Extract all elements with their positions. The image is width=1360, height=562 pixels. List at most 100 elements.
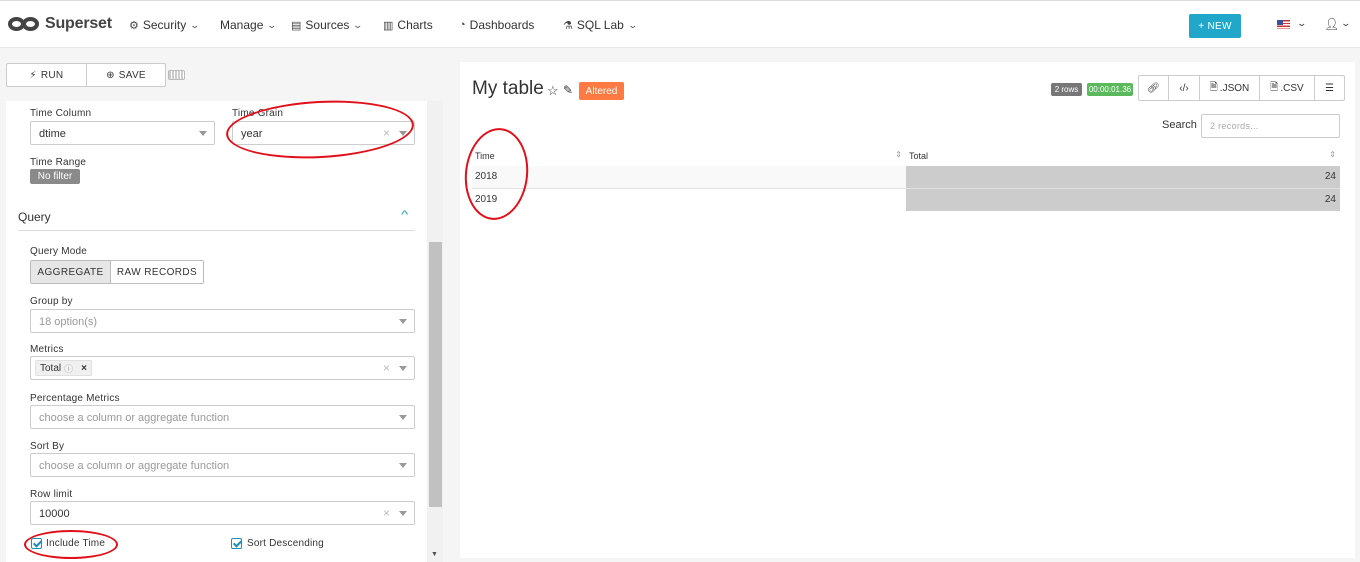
time-grain-value: year — [241, 128, 263, 140]
caret-down-icon — [399, 131, 407, 136]
section-divider — [18, 230, 415, 231]
chevron-up-icon[interactable]: ^ — [401, 209, 408, 221]
nav-sql-lab-label: SQL Lab — [576, 18, 624, 32]
chevron-down-icon: ⌄ — [266, 19, 278, 30]
top-navbar: Superset ⚙ Security ⌄ Manage ⌄ ▤ Sources… — [0, 0, 1360, 48]
menu-button[interactable]: ☰ — [1315, 76, 1344, 100]
caret-down-icon — [399, 366, 407, 371]
metric-tag-label: Total — [40, 362, 62, 374]
nav-sources[interactable]: ▤ Sources ⌄ — [291, 18, 363, 32]
search-placeholder: 2 records... — [1210, 121, 1259, 131]
caret-down-icon — [399, 319, 407, 324]
brand[interactable]: Superset — [8, 15, 112, 33]
chevron-down-icon[interactable]: ⌄ — [1296, 18, 1307, 29]
nav-charts[interactable]: ▥ Charts — [383, 18, 433, 32]
export-csv-button[interactable]: 🗎︎ .CSV — [1260, 76, 1315, 100]
query-section-title[interactable]: Query — [18, 210, 51, 224]
remove-tag-icon[interactable]: × — [81, 363, 87, 374]
table-cell-total: 24 — [906, 189, 1340, 211]
column-header-time[interactable]: Time ⇕ — [472, 147, 906, 167]
percentage-metrics-select[interactable]: choose a column or aggregate function — [30, 405, 415, 429]
chart-actions: 🔗︎ ‹/› 🗎︎ .JSON 🗎︎ .CSV ☰ — [1138, 75, 1345, 101]
hamburger-icon: ☰ — [1325, 82, 1334, 94]
percentage-metrics-label: Percentage Metrics — [30, 393, 120, 404]
nav-dashboards-label: Dashboards — [469, 18, 535, 32]
include-time-checkbox[interactable] — [31, 538, 42, 549]
user-icon[interactable]: 👤︎ — [1324, 17, 1339, 31]
chevron-down-icon[interactable]: ⌄ — [1340, 18, 1351, 29]
question-circle-icon: ⓘ — [64, 363, 74, 374]
percentage-metrics-placeholder: choose a column or aggregate function — [39, 412, 230, 424]
nav-manage[interactable]: Manage ⌄ — [220, 18, 278, 32]
sort-icon[interactable]: ⇕ — [895, 150, 902, 159]
table-cell-total: 24 — [906, 166, 1340, 188]
file-icon: 🗎︎ — [1270, 81, 1279, 93]
scroll-down-arrow-icon[interactable]: ▼ — [431, 551, 438, 558]
cell-total-value: 24 — [1324, 171, 1336, 182]
raw-records-mode-button[interactable]: RAW RECORDS — [111, 261, 203, 283]
caret-down-icon — [399, 511, 407, 516]
nav-dashboards[interactable]: ◔ Dashboards — [459, 18, 534, 32]
save-label: SAVE — [118, 69, 146, 81]
chart-title[interactable]: My table — [472, 78, 544, 100]
link-button[interactable]: 🔗︎ — [1139, 76, 1169, 100]
column-header-total[interactable]: Total ⇕ — [906, 147, 1340, 167]
edit-icon[interactable]: ✎ — [563, 83, 573, 97]
query-mode-toggle: AGGREGATE RAW RECORDS — [30, 260, 204, 284]
bar-chart-icon: ▥ — [383, 19, 394, 32]
keyboard-icon[interactable] — [168, 70, 185, 80]
altered-badge[interactable]: Altered — [579, 82, 624, 100]
nav-charts-label: Charts — [397, 18, 433, 32]
export-csv-label: .CSV — [1280, 82, 1304, 94]
search-label: Search — [1162, 119, 1197, 131]
clear-icon[interactable]: × — [383, 506, 390, 520]
star-icon[interactable]: ☆ — [547, 83, 559, 99]
nav-security[interactable]: ⚙ Security ⌄ — [129, 18, 200, 32]
caret-down-icon — [199, 131, 207, 136]
sort-by-placeholder: choose a column or aggregate function — [39, 460, 230, 472]
metric-tag[interactable]: Total ⓘ × — [35, 360, 92, 376]
gears-icon: ⚙ — [129, 19, 139, 32]
table-cell-time: 2018 — [472, 166, 906, 188]
sort-by-label: Sort By — [30, 441, 65, 452]
clear-icon[interactable]: × — [383, 126, 390, 140]
table-search-input[interactable]: 2 records... — [1201, 114, 1340, 138]
run-label: RUN — [40, 69, 64, 81]
group-by-select[interactable]: 18 option(s) — [30, 309, 415, 333]
flask-icon: ⚗ — [563, 19, 573, 32]
database-icon: ▤ — [291, 19, 302, 32]
chart-panel: My table ☆ ✎ Altered 2 rows 00:00:01.36 … — [460, 62, 1355, 558]
time-range-filter-badge[interactable]: No filter — [30, 169, 80, 184]
embed-button[interactable]: ‹/› — [1169, 76, 1200, 100]
export-json-label: .JSON — [1219, 82, 1250, 94]
run-button[interactable]: ⚡︎ RUN — [7, 64, 87, 86]
table-cell-time: 2019 — [472, 189, 906, 211]
file-icon: 🗎︎ — [1209, 81, 1218, 93]
new-button[interactable]: + NEW — [1189, 14, 1241, 38]
superset-logo-icon — [8, 15, 42, 33]
sort-by-select[interactable]: choose a column or aggregate function — [30, 453, 415, 477]
brand-name: Superset — [45, 15, 112, 32]
aggregate-mode-button[interactable]: AGGREGATE — [31, 261, 111, 283]
time-grain-select[interactable]: year × — [232, 121, 415, 145]
code-icon: ‹/› — [1179, 82, 1189, 94]
dashboard-icon: ◔ — [459, 19, 466, 31]
time-column-value: dtime — [39, 128, 66, 140]
control-panel: Time Column dtime Time Grain year × Time… — [6, 101, 427, 562]
us-flag-icon[interactable] — [1277, 20, 1290, 29]
scrollbar-thumb[interactable] — [429, 242, 442, 507]
clear-icon[interactable]: × — [383, 361, 390, 375]
explore-toolbar: ⚡︎ RUN ⊕ SAVE — [0, 48, 443, 98]
sort-descending-checkbox[interactable] — [231, 538, 242, 549]
export-json-button[interactable]: 🗎︎ .JSON — [1200, 76, 1260, 100]
sort-icon[interactable]: ⇕ — [1329, 150, 1336, 159]
include-time-label: Include Time — [46, 538, 106, 549]
nav-sql-lab[interactable]: ⚗ SQL Lab ⌄ — [563, 18, 638, 32]
group-by-label: Group by — [30, 296, 73, 307]
save-button[interactable]: ⊕ SAVE — [87, 64, 165, 86]
time-grain-label: Time Grain — [232, 108, 284, 119]
run-save-group: ⚡︎ RUN ⊕ SAVE — [6, 63, 166, 87]
time-column-select[interactable]: dtime — [30, 121, 215, 145]
row-limit-select[interactable]: 10000 × — [30, 501, 415, 525]
metrics-select[interactable]: Total ⓘ × × — [30, 356, 415, 380]
